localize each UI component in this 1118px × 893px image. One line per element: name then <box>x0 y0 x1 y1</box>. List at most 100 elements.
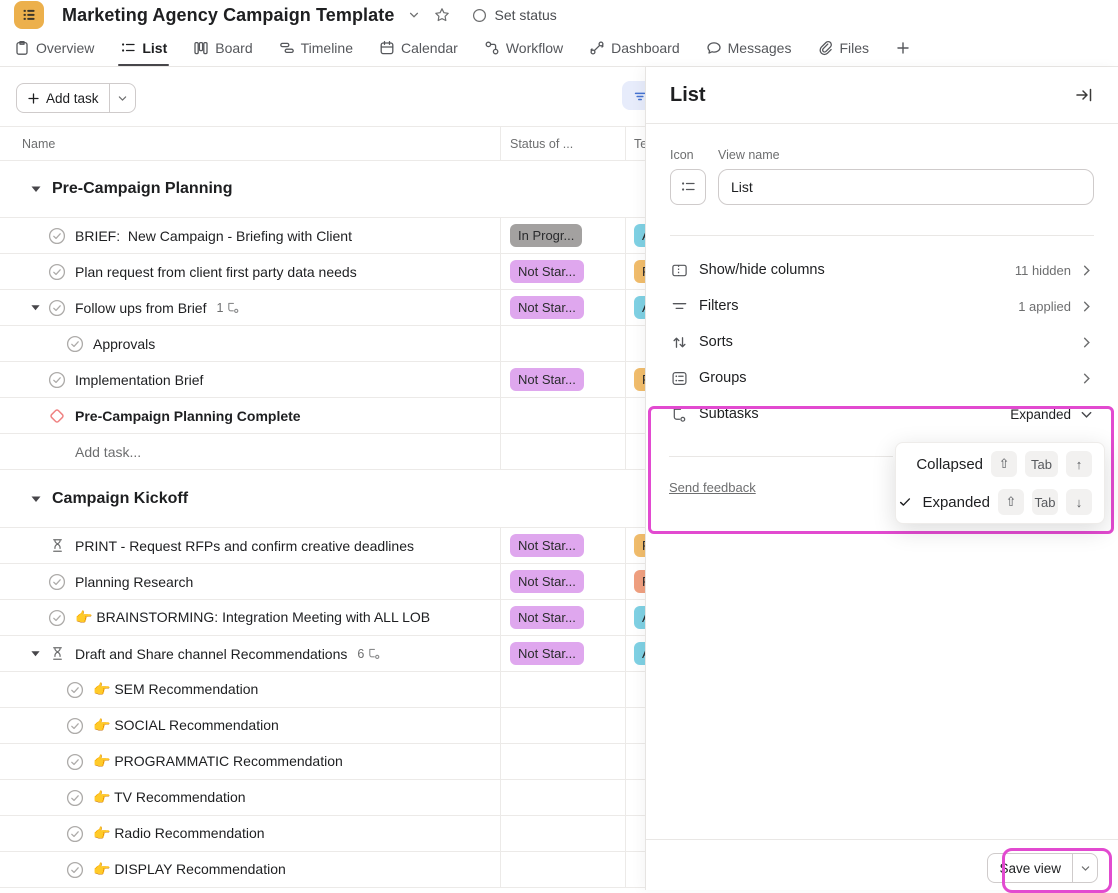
divider <box>669 456 893 457</box>
tab-timeline[interactable]: Timeline <box>279 30 353 66</box>
dropdown-option-expanded[interactable]: Expanded ⇧ Tab ↓ <box>896 483 1104 521</box>
check-circle-icon[interactable] <box>48 299 66 317</box>
star-icon[interactable] <box>434 7 450 23</box>
check-circle-icon[interactable] <box>66 335 84 353</box>
add-task-main[interactable]: Add task <box>17 84 110 112</box>
check-circle-icon[interactable] <box>48 371 66 389</box>
check-circle-icon[interactable] <box>66 861 84 879</box>
status-badge[interactable]: Not Star... <box>510 534 584 557</box>
task-name[interactable]: 👉 SOCIAL Recommendation <box>93 717 279 734</box>
chevron-down-icon <box>1080 863 1091 874</box>
status-badge[interactable]: Not Star... <box>510 642 584 665</box>
status-badge[interactable]: Not Star... <box>510 296 584 319</box>
status-circle-icon <box>472 8 487 23</box>
task-name[interactable]: Draft and Share channel Recommendations <box>75 646 347 662</box>
task-name[interactable]: 👉 PROGRAMMATIC Recommendation <box>93 753 343 770</box>
tab-list[interactable]: List <box>120 30 167 66</box>
task-name[interactable]: PRINT - Request RFPs and confirm creativ… <box>75 538 414 554</box>
status-badge[interactable]: Not Star... <box>510 260 584 283</box>
workflow-icon <box>484 40 500 56</box>
add-task-dropdown-button[interactable] <box>110 84 135 112</box>
add-task-inline-label[interactable]: Add task... <box>75 444 141 460</box>
add-task-button[interactable]: Add task <box>16 83 136 113</box>
tab-files[interactable]: Files <box>817 30 869 66</box>
task-name[interactable]: Pre-Campaign Planning Complete <box>75 408 301 424</box>
approval-hourglass-icon[interactable] <box>48 645 66 663</box>
check-circle-icon[interactable] <box>66 753 84 771</box>
check-circle-icon[interactable] <box>66 681 84 699</box>
page-title: Marketing Agency Campaign Template <box>62 5 394 26</box>
shift-keycap: ⇧ <box>991 451 1017 477</box>
view-icon-button[interactable] <box>670 169 706 205</box>
milestone-diamond-icon[interactable] <box>48 407 66 425</box>
section-title[interactable]: Pre-Campaign Planning <box>52 180 232 198</box>
check-circle-icon[interactable] <box>66 789 84 807</box>
timeline-icon <box>279 40 295 56</box>
section-collapse-caret-icon[interactable] <box>30 493 42 505</box>
task-name[interactable]: Planning Research <box>75 574 193 590</box>
chevron-right-icon <box>1079 335 1094 350</box>
send-feedback-link[interactable]: Send feedback <box>669 480 756 495</box>
task-name[interactable]: Follow ups from Brief <box>75 300 206 316</box>
overview-icon <box>14 40 30 56</box>
chevron-right-icon <box>1079 263 1094 278</box>
check-circle-icon[interactable] <box>48 609 66 627</box>
collapse-panel-icon[interactable] <box>1074 85 1094 105</box>
setting-show-hide-columns[interactable]: Show/hide columns 11 hidden <box>670 252 1094 288</box>
setting-value: Expanded <box>1010 407 1071 422</box>
task-name[interactable]: Plan request from client first party dat… <box>75 264 357 280</box>
tab-calendar[interactable]: Calendar <box>379 30 458 66</box>
setting-sorts[interactable]: Sorts <box>670 324 1094 360</box>
expand-caret-icon[interactable] <box>30 648 48 659</box>
check-circle-icon[interactable] <box>48 263 66 281</box>
tab-keycap: Tab <box>1025 451 1058 477</box>
groups-icon <box>670 370 688 387</box>
check-circle-icon[interactable] <box>48 227 66 245</box>
setting-filters[interactable]: Filters 1 applied <box>670 288 1094 324</box>
list-view-icon <box>120 40 136 56</box>
task-name[interactable]: 👉 TV Recommendation <box>93 789 246 806</box>
task-name[interactable]: 👉 BRAINSTORMING: Integration Meeting wit… <box>75 609 430 626</box>
status-badge[interactable]: In Progr... <box>510 224 582 247</box>
tab-messages[interactable]: Messages <box>706 30 792 66</box>
save-view-dropdown-button[interactable] <box>1073 854 1097 882</box>
check-circle-icon[interactable] <box>66 717 84 735</box>
messages-icon <box>706 40 722 56</box>
task-name[interactable]: 👉 Radio Recommendation <box>93 825 265 842</box>
tab-dashboard[interactable]: Dashboard <box>589 30 680 66</box>
tab-workflow[interactable]: Workflow <box>484 30 563 66</box>
task-name[interactable]: 👉 SEM Recommendation <box>93 681 258 698</box>
shift-keycap: ⇧ <box>998 489 1024 515</box>
status-badge[interactable]: Not Star... <box>510 368 584 391</box>
plus-icon <box>27 92 40 105</box>
project-icon[interactable] <box>14 1 44 29</box>
expand-caret-icon[interactable] <box>30 302 48 313</box>
tab-board[interactable]: Board <box>193 30 252 66</box>
option-label: Expanded <box>922 494 990 511</box>
setting-subtasks[interactable]: Subtasks Expanded <box>670 396 1094 432</box>
task-name[interactable]: Implementation Brief <box>75 372 203 388</box>
task-name[interactable]: Approvals <box>93 336 155 352</box>
task-name[interactable]: 👉 DISPLAY Recommendation <box>93 861 286 878</box>
save-view-label[interactable]: Save view <box>988 854 1073 882</box>
approval-hourglass-icon[interactable] <box>48 537 66 555</box>
dropdown-option-collapsed[interactable]: Collapsed ⇧ Tab ↑ <box>896 445 1104 483</box>
view-name-input[interactable] <box>718 169 1094 205</box>
status-badge[interactable]: Not Star... <box>510 606 584 629</box>
setting-groups[interactable]: Groups <box>670 360 1094 396</box>
title-chevron-down-icon[interactable] <box>408 9 420 21</box>
check-circle-icon[interactable] <box>48 573 66 591</box>
status-badge[interactable]: Not Star... <box>510 570 584 593</box>
tab-overview[interactable]: Overview <box>14 30 94 66</box>
dashboard-icon <box>589 40 605 56</box>
tab-label: Timeline <box>301 40 353 56</box>
section-title[interactable]: Campaign Kickoff <box>52 490 188 508</box>
save-view-button[interactable]: Save view <box>987 853 1098 883</box>
section-collapse-caret-icon[interactable] <box>30 183 42 195</box>
task-name[interactable]: BRIEF: New Campaign - Briefing with Clie… <box>75 228 352 244</box>
subtask-icon <box>670 406 688 423</box>
set-status-button[interactable]: Set status <box>472 7 556 23</box>
tab-label: Messages <box>728 40 792 56</box>
add-view-tab-button[interactable] <box>895 30 911 66</box>
check-circle-icon[interactable] <box>66 825 84 843</box>
